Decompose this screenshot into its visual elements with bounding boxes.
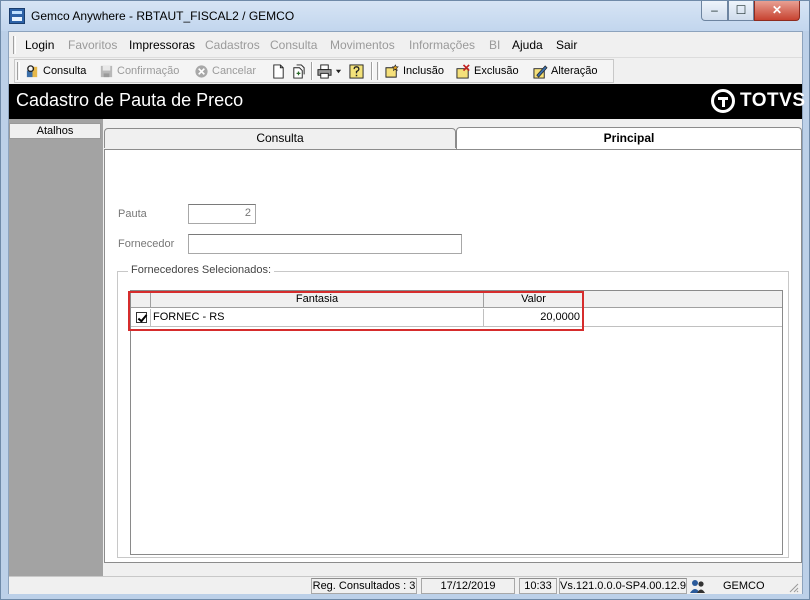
status-time: 10:33 xyxy=(519,578,557,594)
toolbar-separator xyxy=(311,62,313,80)
alteracao-label: Alteração xyxy=(551,65,598,77)
close-button[interactable]: ✕ xyxy=(754,1,800,21)
menu-sair[interactable]: Sair xyxy=(556,38,577,52)
row-checkbox[interactable] xyxy=(136,312,147,323)
pauta-label: Pauta xyxy=(118,208,147,220)
inclusao-label: Inclusão xyxy=(403,65,444,77)
atalhos-tab[interactable]: Atalhos xyxy=(9,123,101,139)
shortcuts-sidebar: Atalhos xyxy=(9,119,103,576)
exclusao-button[interactable]: Exclusão xyxy=(456,63,519,79)
menu-cadastros[interactable]: Cadastros xyxy=(205,38,260,52)
menu-ajuda[interactable]: Ajuda xyxy=(512,38,543,52)
totvs-logo-icon xyxy=(711,89,735,113)
status-version: Vs.121.0.0.0-SP4.00.12.9 xyxy=(559,578,687,594)
confirmacao-label: Confirmação xyxy=(117,65,180,77)
tab-consulta[interactable]: Consulta xyxy=(104,128,456,148)
users-icon xyxy=(690,580,705,593)
screen-header: Cadastro de Pauta de Preco TOTVS xyxy=(9,84,805,119)
exclusao-label: Exclusão xyxy=(474,65,519,77)
grid-header: Fantasia Valor xyxy=(131,291,782,308)
printer-icon xyxy=(317,63,332,79)
selected-suppliers-group: Fornecedores Selecionados: Fantasia Valo… xyxy=(117,264,789,558)
pauta-field[interactable]: 2 xyxy=(188,204,256,224)
menu-favoritos[interactable]: Favoritos xyxy=(68,38,117,52)
consulta-button[interactable]: Consulta xyxy=(25,63,86,79)
grid-header-valor[interactable]: Valor xyxy=(484,291,584,308)
toolbar-grip[interactable] xyxy=(377,62,380,80)
new-document-button[interactable] xyxy=(271,63,286,79)
edit-icon xyxy=(533,64,548,79)
table-row[interactable]: FORNEC - RS 20,0000 xyxy=(131,309,782,327)
save-icon xyxy=(100,65,113,77)
alteracao-button[interactable]: Alteração xyxy=(533,63,597,79)
status-user: GEMCO xyxy=(723,580,765,592)
open-document-button[interactable] xyxy=(291,63,306,79)
grid-header-fantasia[interactable]: Fantasia xyxy=(151,291,484,308)
search-icon xyxy=(26,64,38,77)
open-document-icon xyxy=(293,63,305,79)
row-check-cell[interactable] xyxy=(131,309,151,326)
app-window: Gemco Anywhere - RBTAUT_FISCAL2 / GEMCO … xyxy=(0,0,810,600)
row-valor[interactable]: 20,0000 xyxy=(484,309,584,326)
selected-suppliers-title: Fornecedores Selecionados: xyxy=(128,264,275,276)
menu-login[interactable]: Login xyxy=(25,38,54,52)
menu-informacoes[interactable]: Informações xyxy=(409,38,475,52)
row-fantasia[interactable]: FORNEC - RS xyxy=(151,309,484,326)
resize-grip-icon[interactable] xyxy=(788,582,800,594)
add-icon xyxy=(385,63,399,78)
cancel-icon xyxy=(195,64,208,78)
app-icon xyxy=(9,8,25,24)
help-icon xyxy=(349,63,364,79)
minimize-button[interactable]: – xyxy=(701,1,728,21)
status-reg-consultados: Reg. Consultados : 3 xyxy=(311,578,417,594)
toolbar-separator xyxy=(371,62,373,80)
menu-bi[interactable]: BI xyxy=(489,38,500,52)
inclusao-button[interactable]: Inclusão xyxy=(385,63,444,79)
status-date: 17/12/2019 xyxy=(421,578,515,594)
consulta-label: Consulta xyxy=(43,65,87,77)
toolbar-grip[interactable] xyxy=(17,62,20,80)
brand-name: TOTVS xyxy=(740,90,806,111)
toolbar: Consulta Confirmação Cancelar Inclusão E… xyxy=(9,58,802,84)
client-area: Login Favoritos Impressoras Cadastros Co… xyxy=(8,31,805,594)
fornecedor-field[interactable] xyxy=(188,234,462,254)
new-document-icon xyxy=(273,63,284,79)
dropdown-arrow-icon[interactable] xyxy=(335,68,342,75)
menu-grip[interactable] xyxy=(13,36,16,54)
confirmacao-button[interactable]: Confirmação xyxy=(99,63,179,79)
tab-principal[interactable]: Principal xyxy=(456,127,802,149)
title-bar[interactable]: Gemco Anywhere - RBTAUT_FISCAL2 / GEMCO … xyxy=(1,1,809,31)
screen-title: Cadastro de Pauta de Preco xyxy=(16,90,244,110)
menu-consulta[interactable]: Consulta xyxy=(270,38,317,52)
menu-bar: Login Favoritos Impressoras Cadastros Co… xyxy=(9,32,802,58)
cancelar-label: Cancelar xyxy=(212,65,257,77)
principal-panel: Pauta 2 Fornecedor Fornecedores Selecion… xyxy=(104,149,802,563)
suppliers-grid: Fantasia Valor FORNEC - RS 20,0000 xyxy=(128,290,783,555)
fornecedor-label: Fornecedor xyxy=(118,238,175,250)
grid-header-check xyxy=(131,291,151,308)
brand-logo: TOTVS xyxy=(711,89,806,113)
help-button[interactable] xyxy=(349,63,364,79)
status-bar: Reg. Consultados : 3 17/12/2019 10:33 Vs… xyxy=(9,576,802,594)
cancelar-button[interactable]: Cancelar xyxy=(194,63,256,79)
window-title: Gemco Anywhere - RBTAUT_FISCAL2 / GEMCO xyxy=(31,9,295,23)
print-button[interactable] xyxy=(317,63,342,79)
menu-movimentos[interactable]: Movimentos xyxy=(330,38,395,52)
menu-impressoras[interactable]: Impressoras xyxy=(129,38,195,52)
delete-icon xyxy=(456,63,470,79)
maximize-button[interactable]: ☐ xyxy=(728,1,754,21)
panel-footer xyxy=(104,563,802,576)
